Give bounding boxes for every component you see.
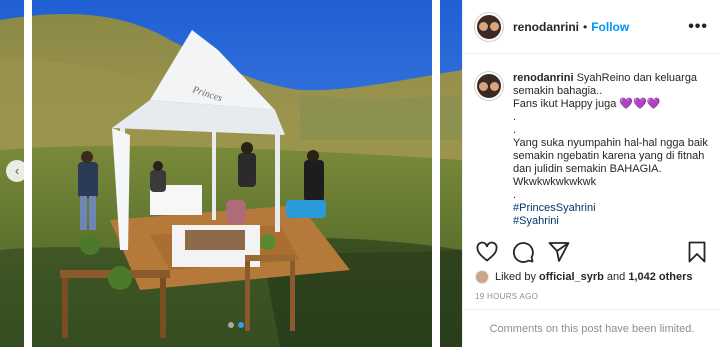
hashtag-link[interactable]: #PrincesSyahrini bbox=[513, 202, 709, 215]
likes-and: and bbox=[606, 271, 626, 283]
more-icon[interactable]: ••• bbox=[688, 18, 708, 36]
carousel-dots bbox=[228, 322, 244, 328]
post-photo[interactable]: Princes ‹ bbox=[0, 0, 462, 347]
caption-dot: . bbox=[513, 124, 517, 136]
share-icon[interactable] bbox=[547, 240, 571, 264]
bookmark-icon[interactable] bbox=[685, 240, 709, 264]
chevron-left-icon[interactable]: ‹ bbox=[6, 160, 28, 182]
caption-line2: Fans ikut Happy juga bbox=[513, 98, 617, 110]
liker-avatar[interactable] bbox=[475, 270, 489, 284]
comment-icon[interactable] bbox=[511, 240, 535, 264]
post-header: renodanrini • Follow ••• bbox=[463, 0, 720, 54]
caption-text: renodanrini SyahReino dan keluarga semak… bbox=[513, 72, 709, 232]
post-side-panel: renodanrini • Follow ••• renodanrini Sya… bbox=[462, 0, 720, 347]
action-bar bbox=[475, 240, 709, 264]
avatar[interactable] bbox=[475, 12, 503, 41]
comments-limited-notice: Comments on this post have been limited. bbox=[463, 309, 720, 347]
likes-count[interactable]: 1,042 others bbox=[628, 271, 692, 283]
likes-summary: Liked by official_syrb and 1,042 others bbox=[475, 268, 693, 286]
carousel-dot bbox=[228, 322, 234, 328]
caption-username[interactable]: renodanrini bbox=[513, 72, 574, 84]
caption-dot: . bbox=[513, 189, 517, 201]
follow-button[interactable]: Follow bbox=[591, 20, 629, 34]
photo-scene: Princes bbox=[0, 0, 462, 347]
header-username[interactable]: renodanrini bbox=[513, 20, 579, 34]
likes-prefix: Liked by bbox=[495, 271, 536, 283]
caption-body: Yang suka nyumpahin hal-hal ngga baik se… bbox=[513, 137, 711, 188]
caption-dot: . bbox=[513, 111, 517, 123]
carousel-dot-active bbox=[238, 322, 244, 328]
liker-username[interactable]: official_syrb bbox=[539, 271, 604, 283]
purple-hearts: 💜💜💜 bbox=[619, 98, 661, 110]
caption-area: renodanrini SyahReino dan keluarga semak… bbox=[463, 54, 720, 232]
heart-icon[interactable] bbox=[475, 240, 499, 264]
post-timestamp[interactable]: 19 HOURS AGO bbox=[475, 292, 538, 301]
header-separator: • bbox=[583, 19, 588, 34]
caption-avatar[interactable] bbox=[475, 72, 503, 100]
hashtag-link[interactable]: #Syahrini bbox=[513, 215, 709, 228]
carousel-divider-right bbox=[432, 0, 440, 347]
